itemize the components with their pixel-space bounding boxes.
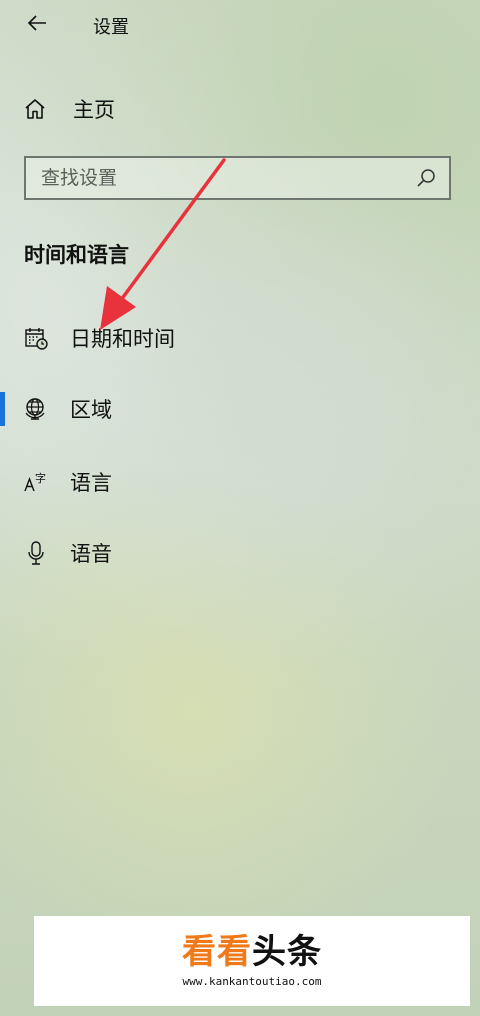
microphone-icon [22, 539, 50, 567]
search-icon[interactable] [415, 167, 437, 189]
svg-text:字: 字 [35, 471, 46, 485]
calendar-clock-icon [22, 324, 50, 352]
nav-item-date-time[interactable]: 日期和时间 [22, 320, 175, 356]
search-box[interactable] [24, 156, 451, 200]
nav-item-label: 语言 [70, 471, 112, 495]
nav-item-language[interactable]: 字 语言 [22, 464, 112, 500]
language-icon: 字 [22, 468, 50, 496]
watermark-logo: 看看头条 [182, 935, 322, 969]
watermark-brand-part1: 看看 [182, 931, 252, 972]
window-title: 设置 [93, 17, 129, 38]
nav-item-label: 日期和时间 [70, 327, 175, 351]
watermark-banner: 看看头条 www.kankantoutiao.com [34, 916, 470, 1006]
watermark-brand-part2: 头条 [252, 931, 322, 972]
section-title: 时间和语言 [24, 243, 129, 267]
globe-icon [22, 395, 50, 423]
watermark-url: www.kankantoutiao.com [182, 974, 322, 988]
selection-indicator [0, 392, 5, 426]
search-input[interactable] [26, 166, 415, 190]
back-arrow-icon [27, 15, 46, 31]
home-icon [25, 99, 45, 119]
nav-item-speech[interactable]: 语音 [22, 535, 112, 571]
back-button[interactable] [24, 10, 50, 36]
nav-item-region[interactable]: 区域 [22, 391, 112, 427]
annotation-arrow [100, 158, 226, 330]
nav-item-label: 语音 [70, 542, 112, 566]
home-nav-item[interactable]: 主页 [22, 92, 115, 126]
home-label: 主页 [73, 98, 115, 122]
nav-item-label: 区域 [70, 398, 112, 422]
